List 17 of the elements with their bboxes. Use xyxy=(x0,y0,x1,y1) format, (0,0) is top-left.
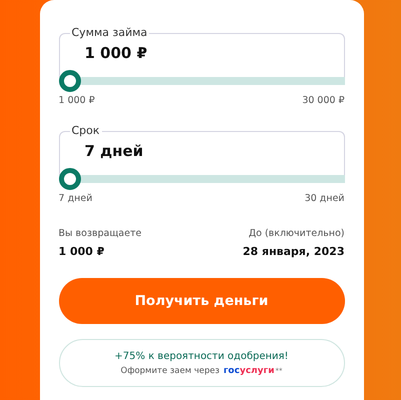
return-amount: 1 000 ₽ xyxy=(58,245,106,258)
due-date: 28 января, 2023 xyxy=(242,245,344,258)
service-logo: госуслуги xyxy=(223,366,274,376)
max-label: 30 дней xyxy=(304,193,344,204)
promo-headline: +75% к вероятности одобрения! xyxy=(114,350,288,362)
min-label: 1 000 ₽ xyxy=(58,95,95,106)
due-label: До (включительно) xyxy=(248,228,344,239)
field-value: 7 дней xyxy=(84,142,144,160)
field-value: 1 000 ₽ xyxy=(84,44,148,62)
min-label: 7 дней xyxy=(58,193,92,204)
slider-thumb[interactable] xyxy=(58,168,80,190)
slider-thumb[interactable] xyxy=(58,70,80,92)
promo-text: Оформите заем через xyxy=(120,366,220,376)
field-label: Срок xyxy=(70,124,101,138)
max-label: 30 000 ₽ xyxy=(302,95,344,106)
field-label: Сумма займа xyxy=(70,26,148,40)
return-label: Вы возвращаете xyxy=(58,228,142,239)
